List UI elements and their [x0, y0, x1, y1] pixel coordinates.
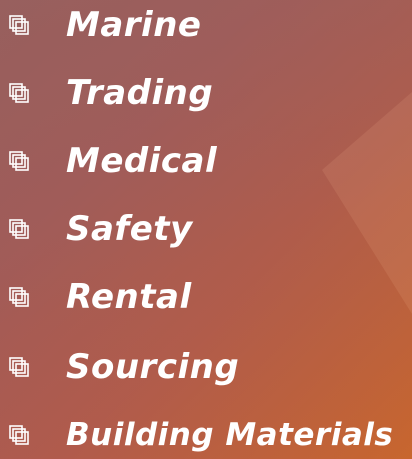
- list-item-label: Building Materials: [66, 416, 394, 453]
- list-item-label: Sourcing: [66, 347, 240, 387]
- layered-squares-icon: [9, 219, 29, 239]
- list-item-label: Medical: [66, 141, 218, 181]
- layered-squares-icon: [9, 83, 29, 103]
- layered-squares-icon: [9, 357, 29, 377]
- list-item-marine: Marine: [8, 0, 201, 50]
- layered-squares-icon: [9, 151, 29, 171]
- list-item-medical: Medical: [8, 136, 217, 186]
- list-item-label: Marine: [66, 5, 202, 45]
- list-item-label: Safety: [66, 209, 193, 249]
- list-item-label: Trading: [66, 73, 214, 113]
- layered-squares-icon: [9, 425, 29, 445]
- list-item-trading: Trading: [8, 68, 213, 118]
- list-item-sourcing: Sourcing: [8, 342, 239, 392]
- layered-squares-icon: [9, 287, 29, 307]
- list-item-safety: Safety: [8, 204, 193, 254]
- background-panel: Marine Trading Medical Safety Rental Sou…: [0, 0, 412, 459]
- background-facet-shape: [322, 40, 412, 410]
- list-item-label: Rental: [66, 277, 192, 317]
- layered-squares-icon: [9, 15, 29, 35]
- list-item-building-materials: Building Materials: [8, 410, 393, 459]
- list-item-rental: Rental: [8, 272, 192, 322]
